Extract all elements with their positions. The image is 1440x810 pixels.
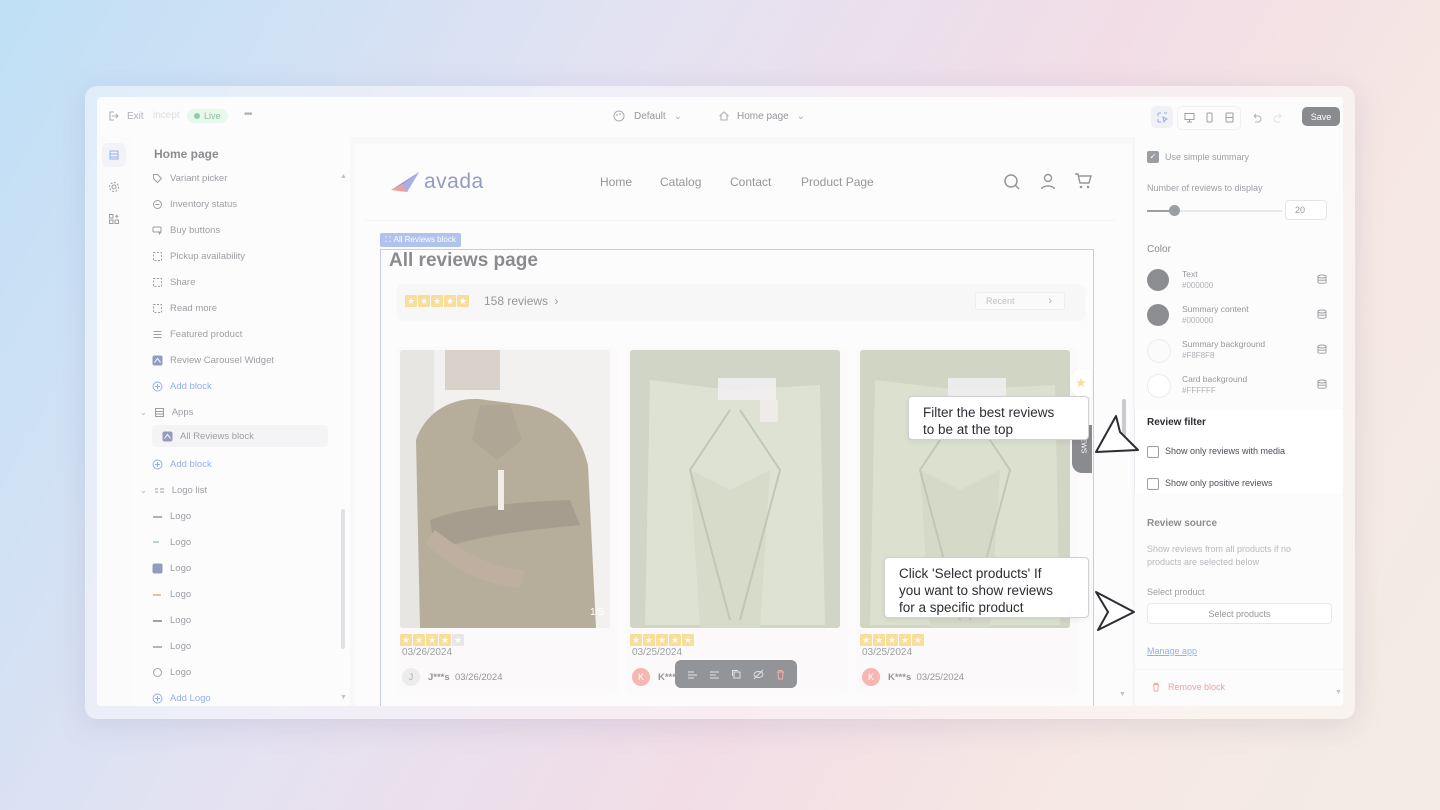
media-only-checkbox[interactable] [1147,446,1159,458]
tutorial-dim-overlay [1134,493,1343,706]
arrow-pointer-icon [1095,591,1135,631]
tutorial-dim-overlay [1134,137,1343,409]
positive-only-checkbox[interactable] [1147,478,1159,490]
filter-tip-callout: Filter the best reviews to be at the top [908,396,1089,440]
arrow-pointer-icon [1095,415,1139,453]
review-filter-heading: Review filter [1147,417,1206,428]
positive-only-label: Show only positive reviews [1165,478,1273,488]
editor-app: Exit incept Live ••• Default ⌄ Home page… [97,97,1343,706]
media-only-label: Show only reviews with media [1165,446,1286,456]
tutorial-dim-overlay [97,97,1343,137]
select-products-tip-callout: Click 'Select products' If you want to s… [884,557,1089,618]
